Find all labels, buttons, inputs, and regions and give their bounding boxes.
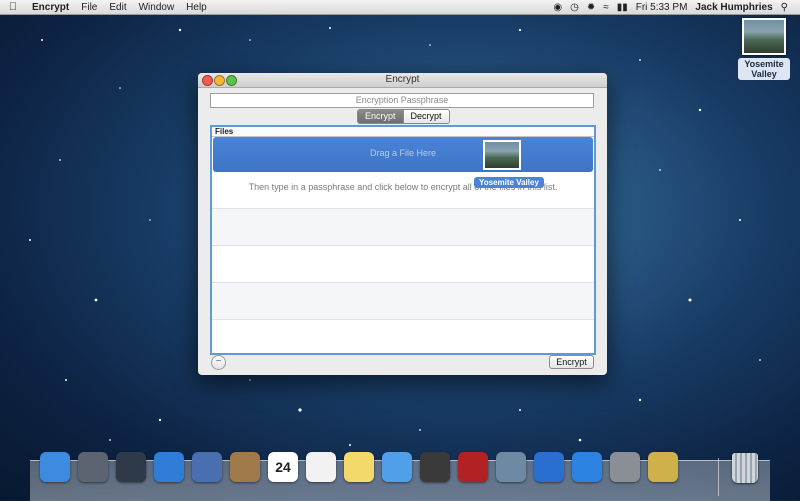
mission-control-icon[interactable]	[116, 452, 146, 482]
system-preferences-icon[interactable]	[610, 452, 640, 482]
tab-decrypt[interactable]: Decrypt	[402, 110, 449, 123]
list-item	[212, 283, 594, 320]
finder-icon[interactable]	[40, 452, 70, 482]
list-item: Then type in a passphrase and click belo…	[212, 172, 594, 209]
launchpad-icon[interactable]	[78, 452, 108, 482]
app-store-icon[interactable]	[572, 452, 602, 482]
safari-icon[interactable]	[154, 452, 184, 482]
window-titlebar[interactable]: Encrypt	[198, 73, 607, 88]
desktop-file-label: Yosemite Valley	[738, 58, 790, 80]
menu-bar:  Encrypt File Edit Window Help ◉ ◷ ✹ ≈ …	[0, 0, 800, 15]
close-button[interactable]	[202, 75, 213, 86]
encrypt-window: Encrypt Encryption Passphrase Encrypt De…	[198, 73, 607, 375]
notes-icon[interactable]	[344, 452, 374, 482]
contacts-icon[interactable]	[230, 452, 260, 482]
encrypt-button[interactable]: Encrypt	[549, 355, 594, 369]
zoom-button[interactable]	[226, 75, 237, 86]
clock[interactable]: Fri 5:33 PM	[632, 2, 692, 13]
calendar-icon[interactable]: 24	[268, 452, 298, 482]
encrypt-app-icon[interactable]	[648, 452, 678, 482]
image-thumbnail-icon	[742, 18, 786, 55]
dragged-image-icon	[483, 140, 521, 170]
menu-app-name[interactable]: Encrypt	[26, 2, 75, 13]
menu-file[interactable]: File	[75, 2, 103, 13]
remove-file-button[interactable]: −	[211, 355, 226, 370]
wifi-icon[interactable]: ≈	[599, 2, 613, 13]
photo-booth-icon[interactable]	[458, 452, 488, 482]
files-column-header: Files	[212, 127, 594, 137]
time-machine-icon[interactable]: ◷	[566, 2, 583, 13]
mail-icon[interactable]	[192, 452, 222, 482]
bluetooth-icon[interactable]: ✹	[583, 2, 599, 13]
passphrase-input[interactable]: Encryption Passphrase	[210, 93, 594, 108]
drop-zone[interactable]: Drag a File Here	[213, 137, 593, 172]
facetime-icon[interactable]	[420, 452, 450, 482]
minimize-button[interactable]	[214, 75, 225, 86]
list-item	[212, 246, 594, 283]
spotlight-icon[interactable]: ⚲	[777, 2, 792, 13]
iphoto-icon[interactable]	[496, 452, 526, 482]
dragged-file-label: Yosemite Valley	[474, 177, 544, 188]
menu-help[interactable]: Help	[180, 2, 213, 13]
user-name[interactable]: Jack Humphries	[691, 2, 776, 13]
mode-segmented-control: Encrypt Decrypt	[357, 109, 450, 124]
files-list[interactable]: Files Drag a File Here Then type in a pa…	[210, 125, 596, 355]
window-title: Encrypt	[385, 74, 420, 85]
itunes-icon[interactable]	[534, 452, 564, 482]
reminders-icon[interactable]	[306, 452, 336, 482]
tab-encrypt[interactable]: Encrypt	[358, 110, 403, 123]
menu-window[interactable]: Window	[133, 2, 181, 13]
dock-separator	[718, 458, 719, 496]
battery-icon[interactable]: ▮▮	[613, 2, 632, 13]
drop-label: Drag a File Here	[369, 148, 437, 158]
messages-icon[interactable]	[382, 452, 412, 482]
dock-icons: 24	[40, 452, 686, 482]
desktop-file[interactable]: Yosemite Valley	[738, 18, 790, 80]
menu-edit[interactable]: Edit	[103, 2, 132, 13]
status-menu-icon[interactable]: ◉	[549, 2, 566, 13]
menu-extras: ◉ ◷ ✹ ≈ ▮▮ Fri 5:33 PM Jack Humphries ⚲	[549, 2, 800, 13]
apple-menu-icon[interactable]: 	[0, 1, 26, 13]
list-item	[212, 209, 594, 246]
trash-icon[interactable]	[732, 453, 758, 483]
